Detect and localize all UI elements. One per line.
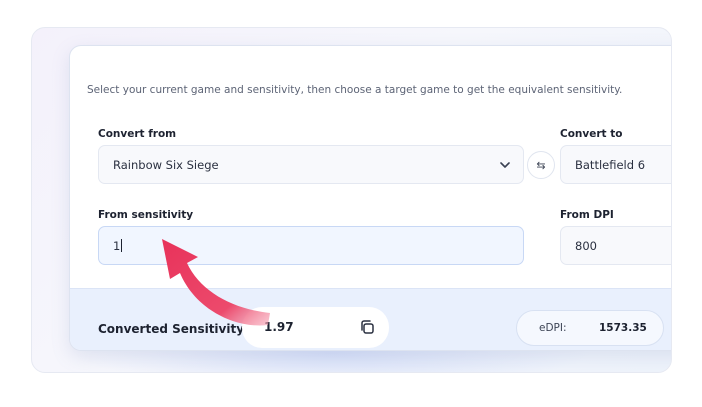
convert-from-value: Rainbow Six Siege [113, 157, 219, 172]
intro-text: Select your current game and sensitivity… [87, 84, 623, 96]
text-caret [121, 239, 123, 252]
swap-icon: ⇆ [536, 158, 546, 172]
from-dpi-input[interactable]: 800 [560, 226, 671, 265]
copy-icon[interactable] [359, 319, 375, 335]
converted-sensitivity-label: Converted Sensitivity [98, 322, 245, 336]
convert-from-label: Convert from [98, 128, 177, 140]
convert-to-value: Battlefield 6 [575, 157, 646, 172]
convert-from-select[interactable]: Rainbow Six Siege [98, 145, 524, 184]
from-sensitivity-value: 1 [113, 238, 121, 253]
converted-sensitivity-value: 1.97 [264, 320, 294, 334]
chevron-down-icon [500, 162, 510, 168]
from-dpi-label: From DPI [560, 209, 614, 221]
converted-sensitivity-pill: 1.97 [242, 307, 389, 348]
convert-to-select[interactable]: Battlefield 6 [560, 145, 671, 184]
from-sensitivity-label: From sensitivity [98, 209, 194, 221]
edpi-label: eDPI: [539, 322, 567, 334]
swap-button[interactable]: ⇆ [527, 151, 555, 179]
edpi-pill: eDPI: 1573.35 [516, 310, 664, 346]
app-frame: Select your current game and sensitivity… [31, 27, 672, 373]
from-sensitivity-input[interactable]: 1 [98, 226, 524, 265]
convert-to-label: Convert to [560, 128, 623, 140]
results-bar: Converted Sensitivity 1.97 eDPI: 1573.35 [70, 288, 671, 350]
edpi-value: 1573.35 [599, 322, 647, 334]
converter-card: Select your current game and sensitivity… [69, 45, 671, 351]
from-dpi-value: 800 [575, 238, 597, 253]
